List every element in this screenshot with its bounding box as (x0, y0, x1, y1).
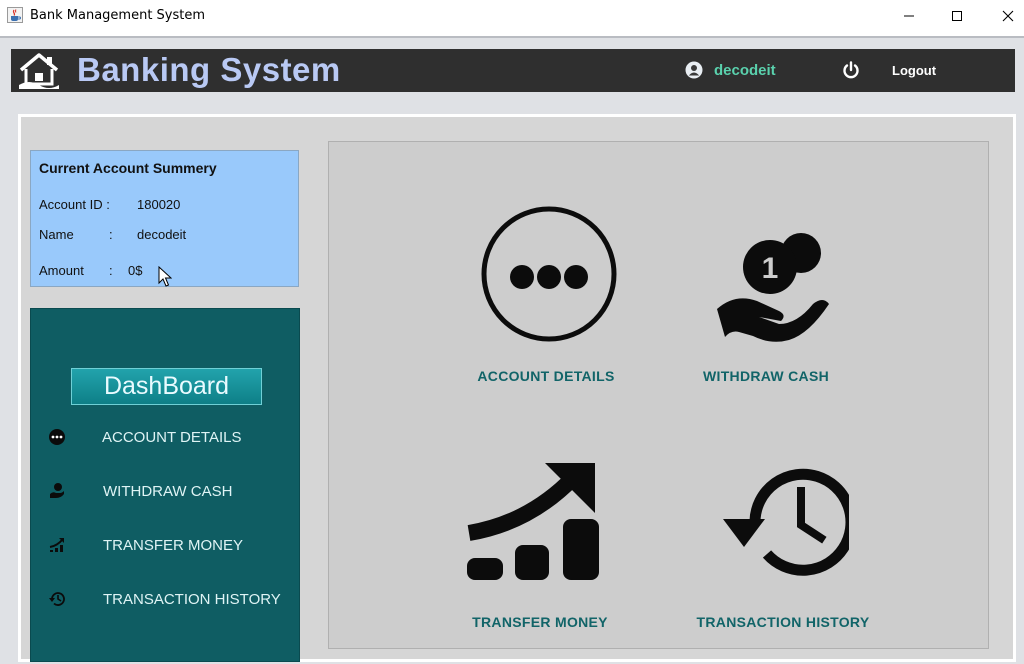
more-dots-icon (481, 206, 617, 342)
svg-text:1: 1 (762, 252, 779, 285)
name-separator: : (109, 227, 113, 242)
hand-coin-icon (50, 483, 64, 498)
hand-coin-icon: 1 (717, 233, 829, 342)
app-title: Banking System (77, 51, 341, 88)
user-icon (685, 61, 703, 79)
sidebar-item-withdraw-cash[interactable]: WITHDRAW CASH (45, 478, 295, 506)
growth-chart-icon (49, 538, 64, 552)
minimize-button[interactable] (886, 0, 932, 32)
maximize-button[interactable] (934, 0, 980, 32)
account-id-value: 180020 (137, 197, 181, 212)
tile-account-details[interactable]: ACCOUNT DETAILS (449, 197, 649, 397)
tile-transfer-money[interactable]: TRANSFER MONEY (449, 447, 649, 647)
summary-title: Current Account Summery (39, 160, 217, 176)
amount-value: 0$ (128, 263, 143, 278)
close-icon (1002, 10, 1014, 22)
minimize-icon (904, 15, 914, 17)
tile-label: TRANSFER MONEY (472, 614, 608, 630)
mouse-cursor-icon (158, 266, 172, 287)
sidebar-item-transaction-history[interactable]: TRANSACTION HISTORY (45, 586, 295, 614)
username-label: decodeit (714, 62, 776, 79)
tile-transaction-history[interactable]: TRANSACTION HISTORY (667, 447, 869, 647)
history-clock-icon (49, 592, 65, 606)
history-clock-icon (723, 468, 849, 576)
window-titlebar: Bank Management System (0, 0, 1024, 32)
dashboard-button[interactable]: DashBoard (71, 368, 262, 405)
sidebar-item-label: WITHDRAW CASH (103, 483, 233, 500)
sidebar-item-label: TRANSACTION HISTORY (103, 591, 281, 608)
bank-house-icon (19, 53, 59, 89)
name-value: decodeit (137, 227, 187, 242)
amount-label: Amount (39, 263, 84, 278)
more-dots-icon (49, 429, 65, 445)
sidebar-item-account-details[interactable]: ACCOUNT DETAILS (45, 424, 295, 452)
app-header: Banking System decodeit Logout (11, 49, 1015, 92)
maximize-icon (952, 11, 962, 21)
name-label: Name (39, 227, 74, 242)
sidebar-item-transfer-money[interactable]: TRANSFER MONEY (45, 532, 295, 560)
dashboard-content: ACCOUNT DETAILS 1 WITHDRAW CASH TRANSFER… (328, 141, 989, 649)
tile-label: ACCOUNT DETAILS (477, 368, 615, 384)
window-title: Bank Management System (30, 8, 206, 23)
amount-separator: : (109, 263, 113, 278)
sidebar-item-label: ACCOUNT DETAILS (102, 429, 242, 446)
logout-button[interactable]: Logout (892, 63, 936, 78)
close-button[interactable] (985, 0, 1024, 32)
sidebar: DashBoard ACCOUNT DETAILS WITHDRAW CASH … (30, 308, 300, 662)
sidebar-item-label: TRANSFER MONEY (103, 537, 244, 554)
account-id-label: Account ID : (39, 197, 110, 212)
power-icon[interactable] (841, 60, 861, 80)
java-cup-icon (7, 7, 23, 23)
tile-withdraw-cash[interactable]: 1 WITHDRAW CASH (667, 197, 867, 397)
tile-label: WITHDRAW CASH (703, 368, 829, 384)
growth-chart-icon (467, 463, 599, 580)
tile-label: TRANSACTION HISTORY (696, 614, 870, 630)
